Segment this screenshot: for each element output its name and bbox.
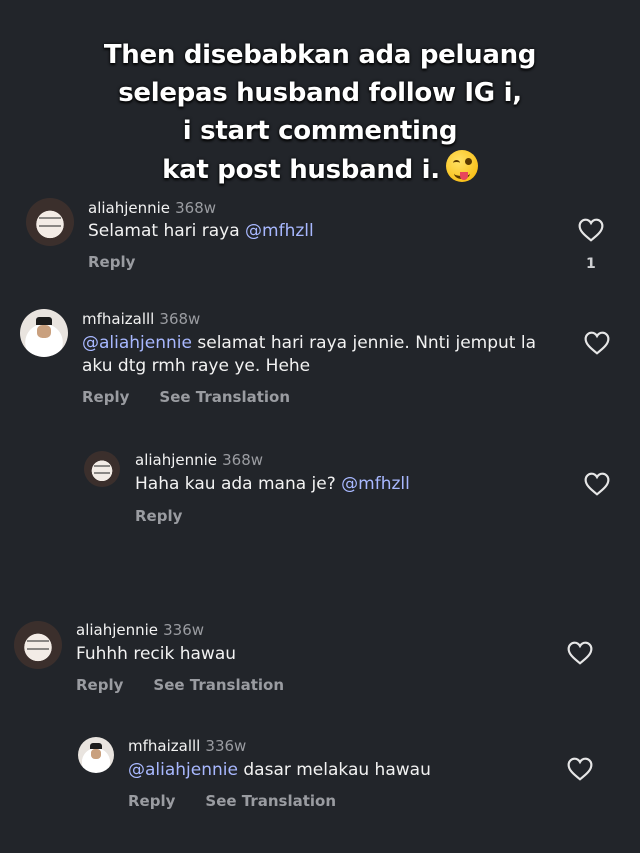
username[interactable]: aliahjennie: [88, 199, 170, 217]
avatar[interactable]: [20, 309, 68, 357]
heart-icon[interactable]: [567, 641, 593, 665]
comment-text-part: Haha kau ada mana je?: [135, 474, 342, 494]
caption-line-4: kat post husband i.: [0, 150, 640, 189]
comment-text-part: selamat hari raya jennie. Nnti jemput la: [191, 333, 536, 353]
mention-link[interactable]: @aliahjennie: [128, 760, 238, 780]
avatar[interactable]: [84, 451, 120, 487]
username[interactable]: mfhaizalll: [82, 310, 154, 328]
comment-actions: Reply See Translation: [76, 676, 314, 694]
comment-actions: Reply See Translation: [128, 792, 366, 810]
comment-header: aliahjennie 336w: [76, 620, 204, 639]
comment-text: Selamat hari raya @mfhzll: [88, 219, 314, 243]
comment-text-part: dasar melakau hawau: [237, 760, 431, 780]
reply-button[interactable]: Reply: [82, 388, 129, 406]
avatar[interactable]: [26, 198, 74, 246]
reply-button[interactable]: Reply: [135, 507, 182, 525]
caption-line-3: i start commenting: [182, 116, 458, 146]
like-count: 1: [586, 256, 596, 272]
comment-header: mfhaizalll 336w: [128, 736, 246, 755]
mention-link[interactable]: @aliahjennie: [82, 333, 192, 353]
timestamp: 336w: [163, 621, 205, 639]
heart-icon[interactable]: [584, 331, 610, 355]
timestamp: 368w: [159, 310, 201, 328]
comment-text: Haha kau ada mana je? @mfhzll: [135, 472, 410, 496]
comment-actions: Reply See Translation: [82, 388, 320, 406]
comment-header: aliahjennie 368w: [135, 450, 263, 469]
timestamp: 336w: [205, 737, 247, 755]
comment-actions: Reply: [88, 253, 165, 271]
heart-icon[interactable]: [578, 218, 604, 242]
caption-line-1: Then disebabkan ada peluang: [103, 40, 537, 70]
reply-button[interactable]: Reply: [76, 676, 123, 694]
caption-line-4-text: kat post husband i.: [162, 155, 440, 185]
see-translation-button[interactable]: See Translation: [153, 676, 284, 694]
winking-face-with-tongue-icon: [445, 150, 478, 182]
comment-header: mfhaizalll 368w: [82, 309, 200, 328]
avatar[interactable]: [78, 737, 114, 773]
timestamp: 368w: [175, 199, 217, 217]
comment-header: aliahjennie 368w: [88, 198, 216, 217]
username[interactable]: aliahjennie: [135, 451, 217, 469]
heart-icon[interactable]: [584, 472, 610, 496]
comment-text: Fuhhh recik hawau: [76, 644, 237, 664]
see-translation-button[interactable]: See Translation: [159, 388, 290, 406]
avatar[interactable]: [14, 621, 62, 669]
comment-text: @aliahjennie selamat hari raya jennie. N…: [82, 331, 536, 355]
see-translation-button[interactable]: See Translation: [205, 792, 336, 810]
comment-text: @aliahjennie dasar melakau hawau: [128, 758, 431, 782]
username[interactable]: mfhaizalll: [128, 737, 200, 755]
comment-actions: Reply: [135, 507, 212, 525]
timestamp: 368w: [222, 451, 264, 469]
mention-link[interactable]: @mfhzll: [341, 474, 410, 494]
comment-text-line-2: aku dtg rmh raye ye. Hehe: [82, 356, 311, 376]
reply-button[interactable]: Reply: [128, 792, 175, 810]
username[interactable]: aliahjennie: [76, 621, 158, 639]
overlay-caption: Then disebabkan ada peluang selepas husb…: [0, 36, 640, 189]
reply-button[interactable]: Reply: [88, 253, 135, 271]
heart-icon[interactable]: [567, 757, 593, 781]
mention-link[interactable]: @mfhzll: [245, 221, 314, 241]
caption-line-2: selepas husband follow IG i,: [118, 78, 522, 108]
comment-text-part: Selamat hari raya: [88, 221, 246, 241]
